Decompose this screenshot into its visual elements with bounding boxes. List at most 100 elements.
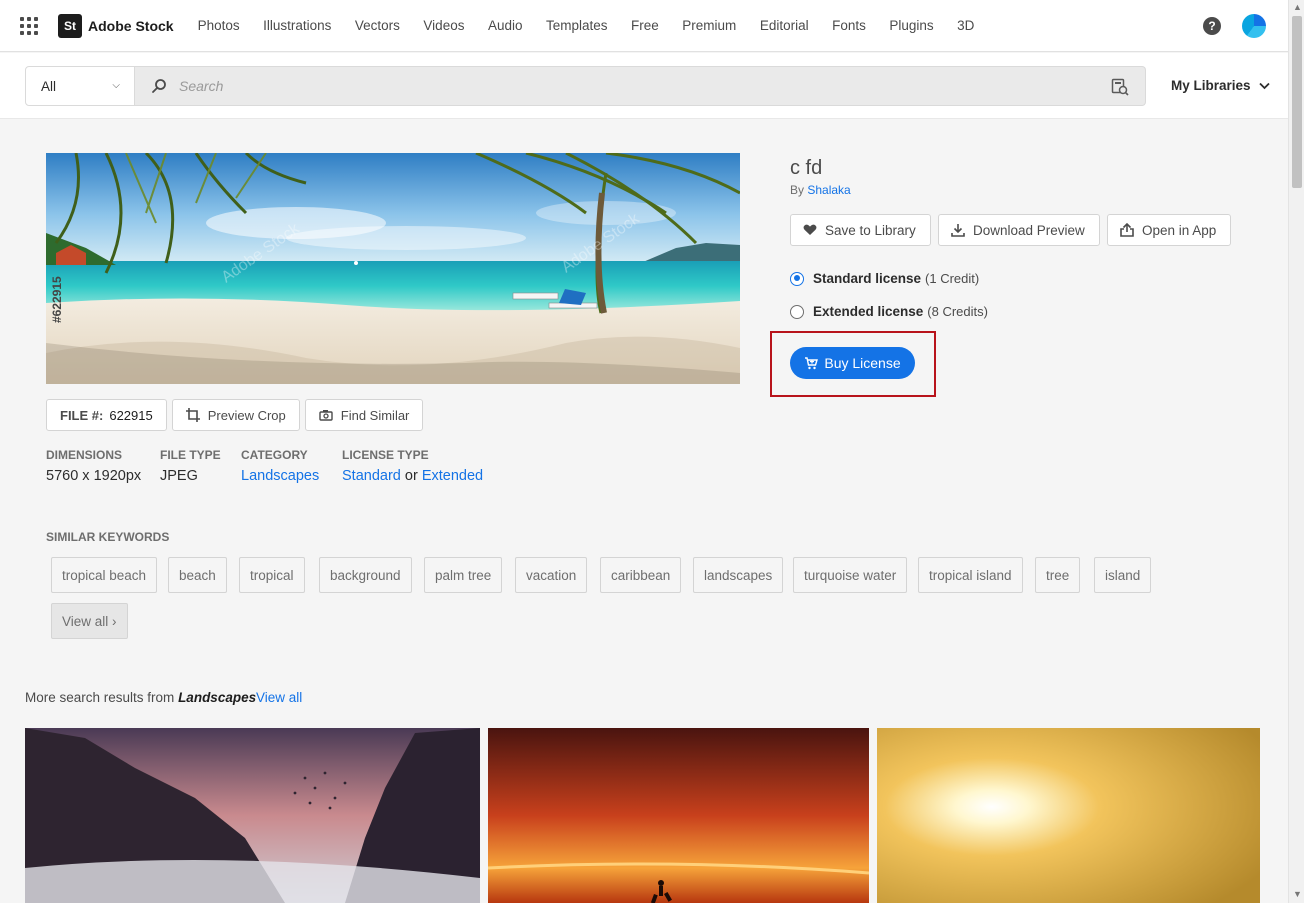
more-results-view-all-link[interactable]: View all (256, 690, 302, 705)
scroll-up-icon[interactable]: ▲ (1293, 2, 1302, 12)
result-thumbnail[interactable] (25, 728, 480, 903)
page-scrollbar[interactable]: ▲ ▼ (1288, 0, 1304, 903)
asset-title: c fd (790, 157, 823, 179)
open-in-app-label: Open in App (1142, 222, 1217, 238)
extended-license-radio[interactable] (790, 304, 804, 319)
buy-license-label: Buy License (824, 355, 901, 371)
nav-plugins[interactable]: Plugins (889, 18, 933, 33)
camera-icon (319, 410, 333, 421)
keyword-chip[interactable]: vacation (515, 557, 588, 593)
standard-license-radio[interactable] (790, 271, 804, 286)
dimensions-meta: DIMENSIONS 5760 x 1920px (46, 448, 141, 484)
more-results-prefix: More search results from (25, 690, 175, 705)
byline-prefix: By (790, 183, 805, 197)
keyword-chip[interactable]: tree (1035, 557, 1081, 593)
asset-preview-image[interactable]: Adobe Stock Adobe Stock #622915 (46, 153, 740, 384)
file-number-label: FILE #: (60, 407, 104, 423)
cliffs-thumbnail-art (25, 728, 480, 903)
image-id-watermark: #622915 (50, 276, 64, 323)
keyword-chip[interactable]: palm tree (424, 557, 503, 593)
nav-3d[interactable]: 3D (957, 18, 974, 33)
open-in-app-button[interactable]: Open in App (1107, 214, 1232, 246)
nav-photos[interactable]: Photos (198, 18, 240, 33)
result-thumbnail[interactable] (877, 728, 1260, 903)
license-or-text: or (404, 468, 418, 484)
standard-license-link[interactable]: Standard (342, 468, 401, 484)
extended-license-link[interactable]: Extended (422, 468, 483, 484)
sun-thumbnail-art (877, 728, 1260, 903)
avatar[interactable] (1242, 14, 1266, 38)
my-libraries-menu[interactable]: My Libraries (1171, 78, 1270, 93)
keyword-chip[interactable]: turquoise water (793, 557, 908, 593)
standard-license-name: Standard license (813, 271, 922, 286)
share-icon (1120, 223, 1134, 237)
extended-license-option[interactable]: Extended license (8 Credits) (790, 304, 988, 319)
nav-templates[interactable]: Templates (546, 18, 608, 33)
visual-search-icon[interactable] (1111, 78, 1129, 96)
save-to-library-label: Save to Library (825, 222, 916, 238)
save-to-library-button[interactable]: Save to Library (790, 214, 931, 246)
keyword-chip[interactable]: landscapes (693, 557, 784, 593)
search-bar: All ⌵ My Libraries (0, 53, 1288, 119)
sunset-runner-thumbnail-art (488, 728, 869, 903)
keywords-view-all-button[interactable]: View all › (51, 603, 128, 639)
keyword-chip[interactable]: background (319, 557, 412, 593)
keyword-chip[interactable]: tropical (239, 557, 305, 593)
find-similar-button[interactable]: Find Similar (304, 399, 424, 431)
dropdown-value: All (41, 78, 57, 94)
similar-keywords-label: SIMILAR KEYWORDS (46, 530, 170, 544)
author-link[interactable]: Shalaka (807, 183, 850, 197)
scrollbar-thumb[interactable] (1292, 16, 1302, 188)
extended-license-name: Extended license (813, 304, 924, 319)
beach-illustration: Adobe Stock Adobe Stock (46, 153, 740, 384)
category-link[interactable]: Landscapes (241, 468, 319, 484)
asset-byline: By Shalaka (790, 183, 851, 197)
license-type-label: LICENSE TYPE (342, 448, 429, 462)
filetype-value: JPEG (160, 468, 198, 484)
nav-illustrations[interactable]: Illustrations (263, 18, 331, 33)
adobe-stock-logo[interactable]: St Adobe Stock (58, 13, 174, 38)
search-box (135, 66, 1146, 106)
category-label: CATEGORY (241, 448, 308, 462)
content-type-dropdown[interactable]: All ⌵ (25, 66, 135, 106)
keyword-chip[interactable]: tropical island (918, 557, 1023, 593)
more-results-heading: More search results from Landscapes (25, 690, 256, 705)
crop-icon (185, 408, 200, 422)
dimensions-value: 5760 x 1920px (46, 468, 142, 484)
file-number-value: 622915 (109, 407, 153, 423)
result-thumbnail[interactable] (488, 728, 869, 903)
download-icon (951, 224, 965, 237)
keyword-chip[interactable]: caribbean (600, 557, 682, 593)
download-preview-button[interactable]: Download Preview (938, 214, 1100, 246)
heart-icon (803, 224, 817, 235)
preview-crop-button[interactable]: Preview Crop (171, 399, 300, 431)
keyword-chip[interactable]: beach (168, 557, 227, 593)
search-input[interactable] (179, 78, 1079, 94)
my-libraries-label: My Libraries (1171, 78, 1251, 93)
category-meta: CATEGORY Landscapes (241, 448, 319, 484)
standard-license-credits: (1 Credit) (925, 271, 980, 286)
more-results-category: Landscapes (178, 690, 257, 705)
nav-premium[interactable]: Premium (682, 18, 736, 33)
top-nav: St Adobe Stock Photos Illustrations Vect… (0, 0, 1288, 52)
logo-text: Adobe Stock (88, 17, 174, 34)
preview-crop-label: Preview Crop (207, 407, 286, 423)
keyword-chip[interactable]: island (1094, 557, 1152, 593)
keyword-chip[interactable]: tropical beach (51, 557, 158, 593)
nav-free[interactable]: Free (631, 18, 659, 33)
app-switcher-icon[interactable] (20, 16, 38, 35)
dimensions-label: DIMENSIONS (46, 448, 123, 462)
buy-license-button[interactable]: Buy License (790, 347, 915, 379)
nav-fonts[interactable]: Fonts (832, 18, 866, 33)
standard-license-option[interactable]: Standard license (1 Credit) (790, 271, 979, 286)
file-number-badge: FILE #: 622915 (46, 399, 167, 431)
cart-icon (805, 357, 819, 370)
scroll-down-icon[interactable]: ▼ (1293, 889, 1302, 899)
help-icon[interactable]: ? (1203, 17, 1221, 35)
nav-videos[interactable]: Videos (423, 18, 464, 33)
nav-editorial[interactable]: Editorial (760, 18, 809, 33)
logo-mark: St (58, 13, 82, 38)
nav-vectors[interactable]: Vectors (355, 18, 400, 33)
download-preview-label: Download Preview (973, 222, 1085, 238)
nav-audio[interactable]: Audio (488, 18, 523, 33)
